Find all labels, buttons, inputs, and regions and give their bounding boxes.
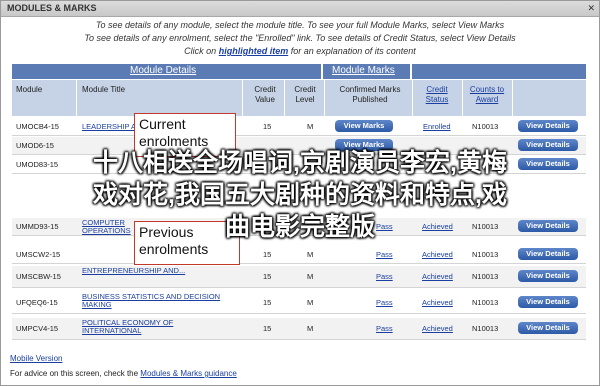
- advice-text: For advice on this screen, check the: [10, 369, 139, 378]
- header-divider: [462, 80, 463, 116]
- achieved-link[interactable]: Achieved: [422, 324, 453, 333]
- table-header: Module Module Title Credit Value Credit …: [12, 80, 586, 116]
- credit-level: M: [307, 272, 314, 281]
- table-row: UFQEQ6-15 BUSINESS STATISTICS AND DECISI…: [12, 292, 586, 314]
- table-row: UMOCB4-15 LEADERSHIP AND... 15 M View Ma…: [12, 118, 586, 136]
- module-code: UMSCBW-15: [16, 272, 61, 281]
- instruction-prefix: Click on: [184, 46, 217, 56]
- credit-value: 15: [263, 272, 272, 281]
- credit-value: 15: [263, 122, 272, 131]
- mobile-version-label[interactable]: Mobile Version: [10, 354, 62, 363]
- module-code: UFQEQ6-15: [16, 298, 58, 307]
- module-code: UMOCB4-15: [16, 122, 59, 131]
- col-module: Module: [16, 85, 43, 94]
- col-credit-level: Credit Level: [294, 85, 316, 104]
- view-marks-button[interactable]: View Marks: [335, 120, 393, 132]
- col-credit-status[interactable]: Credit Status: [417, 85, 457, 105]
- guidance-link[interactable]: Modules & Marks guidance: [140, 369, 237, 378]
- module-code: UMSCW2-15: [16, 250, 61, 259]
- col-credit-value: Credit Value: [254, 85, 276, 104]
- marks-pass[interactable]: Pass: [376, 272, 393, 281]
- credit-value: 15: [263, 324, 272, 333]
- counts-to-award: N10013: [472, 272, 499, 281]
- achieved-link[interactable]: Achieved: [422, 272, 453, 281]
- module-title-link[interactable]: POLITICAL ECONOMY OF INTERNATIONAL: [82, 319, 222, 335]
- counts-to-award: N10013: [472, 250, 499, 259]
- credit-level: M: [307, 250, 314, 259]
- window-title: MODULES & MARKS: [7, 3, 97, 13]
- banner-divider: [321, 64, 323, 79]
- col-counts-to-award[interactable]: Counts to Award: [467, 85, 507, 105]
- achieved-link[interactable]: Achieved: [422, 250, 453, 259]
- header-divider: [324, 80, 325, 116]
- header-divider: [242, 80, 243, 116]
- view-details-button[interactable]: View Details: [518, 120, 578, 132]
- table-banner: Module Details Module Marks: [12, 64, 586, 79]
- banner-divider: [410, 64, 412, 79]
- credit-value: 15: [263, 250, 272, 259]
- marks-pass[interactable]: Pass: [376, 250, 393, 259]
- view-details-button[interactable]: View Details: [518, 296, 578, 308]
- overlay-text-line-2: 戏对花,我国五大剧种的资料和特点,戏: [93, 181, 507, 209]
- close-icon[interactable]: ✕: [587, 3, 595, 14]
- title-bar: MODULES & MARKS ✕: [1, 1, 599, 17]
- col-module-title: Module Title: [82, 85, 126, 94]
- instruction-suffix: for an explanation of its content: [290, 46, 416, 56]
- marks-pass[interactable]: Pass: [376, 324, 393, 333]
- instruction-line-3: Click on highlighted item for an explana…: [0, 46, 600, 56]
- module-details-heading[interactable]: Module Details: [130, 65, 196, 76]
- view-details-button[interactable]: View Details: [518, 248, 578, 260]
- header-divider: [284, 80, 285, 116]
- view-details-button[interactable]: View Details: [518, 270, 578, 282]
- table-row: UMSCW2-15 15 M Pass Achieved N10013 View…: [12, 246, 586, 264]
- credit-value: 15: [263, 298, 272, 307]
- module-title-link[interactable]: ENTREPRENEURSHIP AND...: [82, 267, 222, 275]
- counts-to-award: N10013: [472, 324, 499, 333]
- counts-to-award: N10013: [472, 122, 499, 131]
- credit-level: M: [307, 122, 314, 131]
- counts-to-award: N10013: [472, 298, 499, 307]
- credit-level: M: [307, 324, 314, 333]
- marks-pass[interactable]: Pass: [376, 298, 393, 307]
- module-marks-heading[interactable]: Module Marks: [332, 65, 395, 76]
- mobile-version-link[interactable]: Mobile Version: [10, 354, 62, 363]
- overlay-text-line-1: 十八相送全场唱词,京剧演员李宏,黄梅: [93, 149, 507, 177]
- table-row: UMSCBW-15 ENTREPRENEURSHIP AND... 15 M P…: [12, 266, 586, 288]
- footer-advice: For advice on this screen, check the Mod…: [10, 369, 237, 378]
- table-row: UMPCV4-15 POLITICAL ECONOMY OF INTERNATI…: [12, 318, 586, 340]
- col-confirmed-marks: Confirmed Marks Published: [339, 85, 401, 104]
- enrolled-link[interactable]: Enrolled: [423, 122, 451, 131]
- instruction-line-1: To see details of any module, select the…: [95, 20, 505, 30]
- instruction-line-2: To see details of any enrolment, select …: [84, 33, 516, 43]
- header-divider: [76, 80, 77, 116]
- view-details-button[interactable]: View Details: [518, 322, 578, 334]
- module-title-link[interactable]: BUSINESS STATISTICS AND DECISION MAKING: [82, 293, 222, 309]
- credit-level: M: [307, 298, 314, 307]
- header-divider: [512, 80, 513, 116]
- overlay-text-line-3: 曲电影完整版: [224, 213, 375, 241]
- header-divider: [412, 80, 413, 116]
- highlighted-item-link[interactable]: highlighted item: [219, 46, 289, 56]
- achieved-link[interactable]: Achieved: [422, 298, 453, 307]
- module-code: UMPCV4-15: [16, 324, 59, 333]
